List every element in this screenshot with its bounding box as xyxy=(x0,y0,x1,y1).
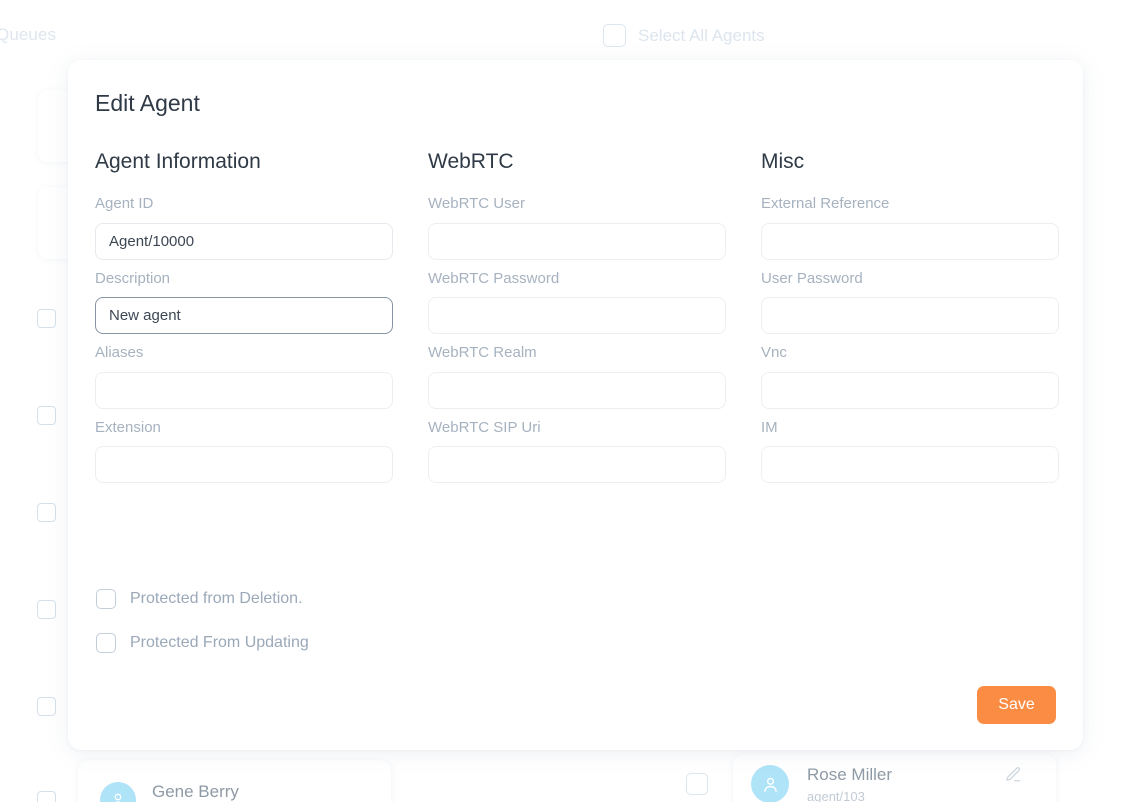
select-all-agents-row[interactable]: Select All Agents xyxy=(603,24,765,47)
row-checkbox[interactable] xyxy=(37,503,56,522)
checkbox-unchecked-icon[interactable] xyxy=(603,24,626,47)
extension-input[interactable] xyxy=(95,446,393,483)
protected-from-updating-label: Protected From Updating xyxy=(130,634,309,651)
agent-id-input[interactable] xyxy=(95,222,393,260)
breadcrumb-queues[interactable]: Queues xyxy=(0,25,56,45)
field-label: Extension xyxy=(95,418,161,436)
webrtc-user-input[interactable] xyxy=(428,222,726,260)
field-label: WebRTC User xyxy=(428,195,525,212)
row-checkbox[interactable] xyxy=(37,791,56,802)
column-heading: Misc xyxy=(761,150,805,173)
field-webrtc-realm: WebRTC Realm xyxy=(428,344,726,409)
field-label: External Reference xyxy=(761,195,890,212)
save-button[interactable]: Save xyxy=(977,686,1056,724)
column-misc: Misc External Reference User Password Vn… xyxy=(761,151,1059,494)
protected-from-updating-row[interactable]: Protected From Updating xyxy=(96,633,309,653)
field-label: Vnc xyxy=(761,344,787,361)
field-webrtc-sip-uri: WebRTC SIP Uri xyxy=(428,418,726,483)
field-aliases: Aliases xyxy=(95,344,393,409)
row-checkbox[interactable] xyxy=(37,600,56,619)
edit-agent-dialog: Edit Agent Agent Information Agent ID De… xyxy=(68,60,1083,750)
field-description: Description xyxy=(95,269,393,334)
select-all-agents-label: Select All Agents xyxy=(638,25,765,45)
field-agent-id: Agent ID xyxy=(95,195,393,260)
dialog-title: Edit Agent xyxy=(95,90,200,116)
webrtc-sip-uri-input[interactable] xyxy=(428,446,726,483)
row-checkbox[interactable] xyxy=(37,406,56,425)
field-label: WebRTC Realm xyxy=(428,344,537,361)
protected-from-deletion-row[interactable]: Protected from Deletion. xyxy=(96,589,303,609)
row-checkbox[interactable] xyxy=(37,697,56,716)
protected-from-deletion-label: Protected from Deletion. xyxy=(130,590,303,607)
webrtc-realm-input[interactable] xyxy=(428,371,726,409)
row-checkbox[interactable] xyxy=(686,773,708,795)
aliases-input[interactable] xyxy=(95,371,393,409)
column-webrtc: WebRTC WebRTC User WebRTC Password WebRT… xyxy=(428,151,726,494)
field-label: User Password xyxy=(761,269,863,287)
field-label: Agent ID xyxy=(95,195,154,212)
field-label: Description xyxy=(95,269,171,287)
webrtc-password-input[interactable] xyxy=(428,297,726,334)
external-reference-input[interactable] xyxy=(761,222,1059,260)
vnc-input[interactable] xyxy=(761,371,1059,409)
checkbox-unchecked-icon[interactable] xyxy=(96,633,116,653)
field-extension: Extension xyxy=(95,418,393,483)
field-label: WebRTC Password xyxy=(428,269,560,287)
field-vnc: Vnc xyxy=(761,344,1059,409)
pencil-icon[interactable] xyxy=(1003,765,1023,790)
im-input[interactable] xyxy=(761,446,1059,483)
person-avatar-icon xyxy=(751,765,789,802)
agent-name: Rose Miller xyxy=(807,765,893,784)
field-label: WebRTC SIP Uri xyxy=(428,418,541,436)
field-webrtc-user: WebRTC User xyxy=(428,195,726,260)
column-heading: WebRTC xyxy=(428,150,514,173)
field-label: Aliases xyxy=(95,344,144,361)
row-checkbox[interactable] xyxy=(37,309,56,328)
agent-name: Gene Berry xyxy=(152,782,239,801)
column-agent-information: Agent Information Agent ID Description A… xyxy=(95,151,393,494)
user-password-input[interactable] xyxy=(761,297,1059,334)
field-im: IM xyxy=(761,418,1059,483)
field-user-password: User Password xyxy=(761,269,1059,334)
field-webrtc-password: WebRTC Password xyxy=(428,269,726,334)
form-columns: Agent Information Agent ID Description A… xyxy=(95,151,1059,494)
checkbox-unchecked-icon[interactable] xyxy=(96,589,116,609)
column-heading: Agent Information xyxy=(95,150,261,173)
agent-extension: agent/103 xyxy=(807,789,865,802)
field-external-reference: External Reference xyxy=(761,195,1059,260)
field-label: IM xyxy=(761,418,778,436)
description-input[interactable] xyxy=(95,297,393,334)
